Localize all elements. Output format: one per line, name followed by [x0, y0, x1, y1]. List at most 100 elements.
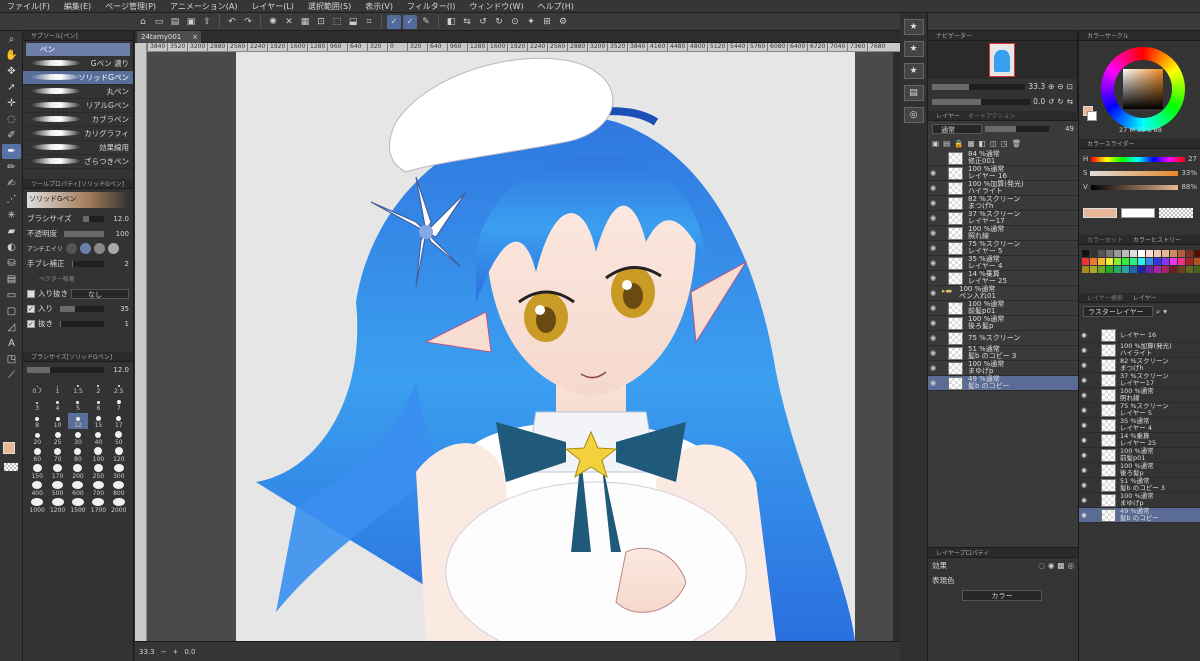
transparent-color-large[interactable]	[1159, 208, 1193, 218]
palette-swatch[interactable]	[1170, 258, 1177, 265]
eraser-icon[interactable]: ▰	[2, 224, 21, 239]
palette-swatch[interactable]	[1138, 266, 1145, 273]
menu-item[interactable]: アニメーション(A)	[163, 1, 244, 12]
brush-size-option[interactable]: 600	[68, 481, 88, 497]
navigator-zoom-row[interactable]: 33.3 ⊕ ⊖ ⊡	[928, 79, 1077, 94]
visibility-eye-icon[interactable]: ◉	[1079, 346, 1089, 354]
palette-swatch[interactable]	[1114, 250, 1121, 257]
material-3-icon[interactable]: ★	[903, 63, 924, 79]
brush-item[interactable]: リアルGペン	[23, 99, 133, 113]
invert-icon[interactable]: ⬓	[346, 15, 360, 29]
palette-swatch[interactable]	[1082, 258, 1089, 265]
antialias-none-icon[interactable]	[65, 243, 77, 254]
visibility-eye-icon[interactable]: ◉	[928, 244, 938, 252]
rotate-right-icon[interactable]: ↻	[1057, 97, 1063, 106]
palette-swatch[interactable]	[1098, 266, 1105, 273]
history-icon[interactable]: ▤	[903, 85, 924, 101]
palette-swatch[interactable]	[1122, 250, 1129, 257]
main-color-swatch[interactable]	[3, 442, 15, 454]
rotate-reset-icon[interactable]: ⊙	[508, 15, 522, 29]
material-icon[interactable]: ★	[903, 19, 924, 35]
delete-icon[interactable]: 🗑	[1012, 139, 1022, 148]
lock-icon[interactable]: 🔒	[954, 139, 963, 148]
palette-swatch[interactable]	[1154, 266, 1161, 273]
visibility-eye-icon[interactable]: ◉	[1079, 331, 1089, 339]
s-slider-row[interactable]: S 33%	[1079, 166, 1200, 180]
layer-row[interactable]: ◉ 100 %通常 まゆげp	[928, 361, 1078, 376]
palette-swatch[interactable]	[1186, 266, 1193, 273]
brush-size-option[interactable]: 17	[109, 413, 129, 429]
airbrush-icon[interactable]: ⋰	[2, 192, 21, 207]
palette-swatch[interactable]	[1130, 266, 1137, 273]
layer-row[interactable]: ◉ 35 %通常 レイヤー 4	[928, 256, 1078, 271]
visibility-eye-icon[interactable]: ◉	[928, 304, 938, 312]
palette-swatch[interactable]	[1098, 250, 1105, 257]
brush-item[interactable]: ソリッドGペン	[23, 71, 133, 85]
layer-row[interactable]: ◉ 14 %乗算 レイヤー 25	[928, 271, 1078, 286]
taper-row[interactable]: 入り抜き なし	[23, 286, 133, 301]
new-layer-icon[interactable]: ◳	[1001, 139, 1008, 148]
brush-size-option[interactable]: 100	[88, 447, 108, 463]
visibility-eye-icon[interactable]: ◉	[1079, 391, 1089, 399]
brush-item[interactable]: カブラペン	[23, 113, 133, 127]
palette-swatch[interactable]	[1178, 258, 1185, 265]
brush-size-option[interactable]: 7	[109, 396, 129, 412]
ruler-icon[interactable]: ◿	[2, 320, 21, 335]
menu-item[interactable]: フィルター(I)	[400, 1, 462, 12]
navigator-preview[interactable]	[928, 41, 1077, 79]
layer-row[interactable]: ◉ 100 %加算(発光) ハイライト	[928, 181, 1078, 196]
text-icon[interactable]: A	[2, 336, 21, 351]
brush-size-option[interactable]: 500	[47, 481, 67, 497]
color-set-tab[interactable]: カラーセット	[1087, 235, 1123, 244]
layer-row[interactable]: ◉ 100 %通常 照れ線	[1079, 388, 1200, 403]
visibility-eye-icon[interactable]: ◉	[1079, 481, 1089, 489]
lock-transparent-icon[interactable]: ▦	[968, 139, 975, 148]
zoom-in-icon[interactable]: +	[172, 648, 178, 656]
new-file-icon[interactable]: ▭	[152, 15, 166, 29]
layer-row[interactable]: ◉ 49 %通常 髪b のコピー	[928, 376, 1078, 391]
clear-icon[interactable]: ✕	[282, 15, 296, 29]
layer-row[interactable]: ◉ 100 %加算(発光) ハイライト	[1079, 343, 1200, 358]
layer-row[interactable]: 84 %通常 修正001	[928, 151, 1078, 166]
balloon-icon[interactable]: ◳	[2, 352, 21, 367]
visibility-eye-icon[interactable]: ◉	[928, 289, 938, 297]
frame-icon[interactable]: ▢	[2, 304, 21, 319]
brush-size-option[interactable]: 12	[67, 413, 89, 429]
layer-search-tab[interactable]: レイヤー検索	[1087, 293, 1123, 302]
brush-item[interactable]: 丸ペン	[23, 85, 133, 99]
menu-item[interactable]: 表示(V)	[358, 1, 400, 12]
auto-action-icon[interactable]: ◎	[903, 107, 924, 123]
brush-size-option[interactable]: 50	[109, 430, 129, 446]
layer-row[interactable]: ◉ 100 %通常 後ろ髪p	[1079, 463, 1200, 478]
palette-swatch[interactable]	[1186, 258, 1193, 265]
brush-size-option[interactable]: 6	[88, 396, 108, 412]
out-checkbox[interactable]: ✓	[27, 319, 35, 328]
rotate-right-icon[interactable]: ↻	[492, 15, 506, 29]
open-icon[interactable]: ▤	[168, 15, 182, 29]
correct-line-icon[interactable]: ⟋	[2, 368, 21, 383]
visibility-eye-icon[interactable]: ◉	[1079, 421, 1089, 429]
brush-size-option[interactable]: 1700	[88, 498, 108, 514]
lasso-icon[interactable]: ◌	[2, 112, 21, 127]
gradient-icon[interactable]: ▤	[2, 272, 21, 287]
visibility-eye-icon[interactable]: ◉	[928, 334, 938, 342]
brush-size-option[interactable]: 1.5	[68, 379, 88, 395]
visibility-eye-icon[interactable]: ◉	[928, 199, 938, 207]
save-icon[interactable]: ▣	[184, 15, 198, 29]
visibility-eye-icon[interactable]: ◉	[928, 169, 938, 177]
visibility-eye-icon[interactable]: ◉	[1079, 466, 1089, 474]
subtool-group-tab[interactable]: ペン	[26, 42, 130, 56]
deselect-icon[interactable]: ⬚	[330, 15, 344, 29]
in-checkbox[interactable]: ✓	[27, 304, 35, 313]
brush-size-option[interactable]: 700	[88, 481, 108, 497]
close-icon[interactable]: ×	[192, 31, 198, 43]
zoom-out-icon[interactable]: ⊖	[1057, 82, 1063, 91]
zoom-in-icon[interactable]: ⊕	[1048, 82, 1054, 91]
opacity-value[interactable]: 100	[107, 230, 129, 238]
fill-icon[interactable]: ▦	[298, 15, 312, 29]
rotate-left-icon[interactable]: ↺	[476, 15, 490, 29]
brush-size-option[interactable]: 8	[27, 413, 47, 429]
s-value[interactable]: 33%	[1181, 169, 1197, 177]
visibility-eye-icon[interactable]: ◉	[928, 229, 938, 237]
out-value[interactable]: 1	[107, 320, 129, 328]
